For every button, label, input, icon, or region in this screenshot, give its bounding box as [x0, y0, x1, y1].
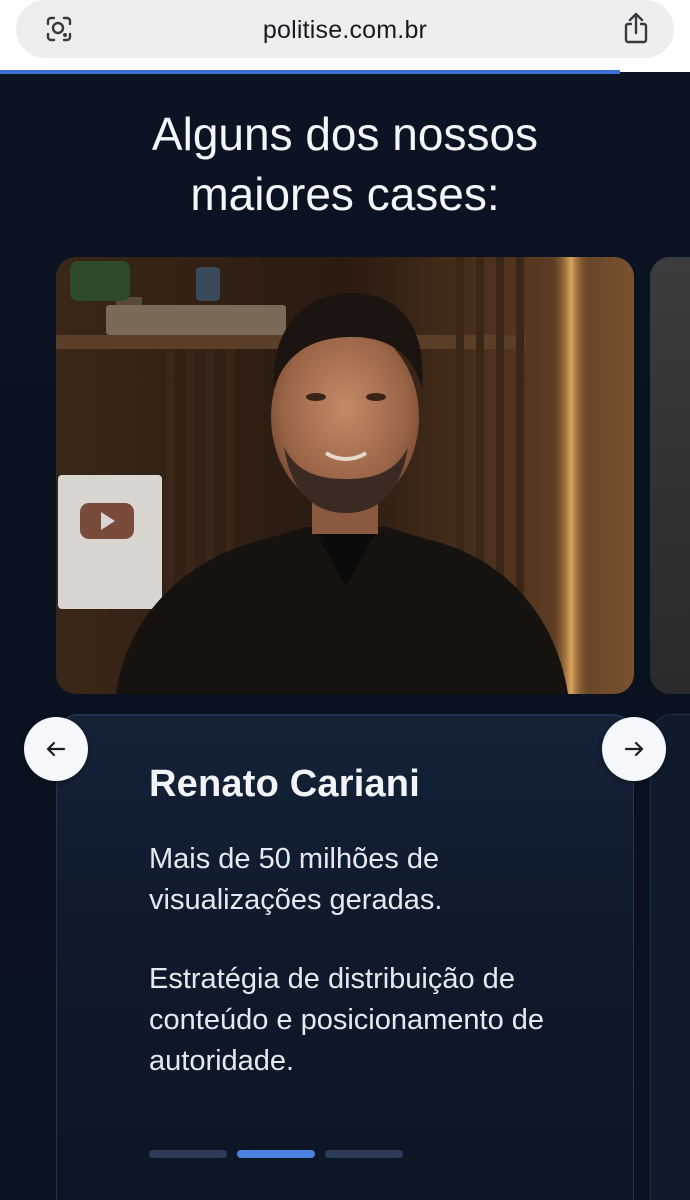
case-description: Estratégia de distribuição de conteúdo e…: [149, 963, 545, 1077]
portrait-photo: [56, 257, 634, 694]
pagination-dot[interactable]: [149, 1150, 227, 1158]
share-icon[interactable]: [620, 12, 652, 46]
case-photo: [56, 257, 634, 694]
pagination-dot-active[interactable]: [237, 1150, 315, 1158]
pagination-dot[interactable]: [325, 1150, 403, 1158]
section-heading: Alguns dos nossos maiores cases:: [0, 104, 690, 224]
carousel-next-button[interactable]: [602, 717, 666, 781]
case-name: Renato Cariani: [149, 763, 420, 805]
arrow-right-icon: [624, 741, 644, 757]
browser-bar: politise.com.br: [0, 0, 690, 74]
carousel-pagination: [149, 1150, 403, 1158]
page-load-progress: [0, 70, 620, 74]
heading-line-1: Alguns dos nossos: [151, 108, 539, 160]
arrow-left-icon: [46, 741, 66, 757]
carousel-prev-button[interactable]: [24, 717, 88, 781]
heading-line-2: maiores cases:: [190, 168, 500, 220]
address-bar[interactable]: politise.com.br: [16, 0, 674, 58]
next-case-photo-peek[interactable]: [650, 257, 690, 694]
next-case-card-peek[interactable]: [650, 714, 690, 1200]
url-text[interactable]: politise.com.br: [16, 16, 674, 45]
case-card: Renato Cariani Mais de 50 milhões de vis…: [56, 714, 634, 1200]
case-highlight: Mais de 50 milhões de visualizações gera…: [149, 843, 443, 916]
page: politise.com.br Alguns dos nossos maiore…: [0, 0, 690, 1200]
